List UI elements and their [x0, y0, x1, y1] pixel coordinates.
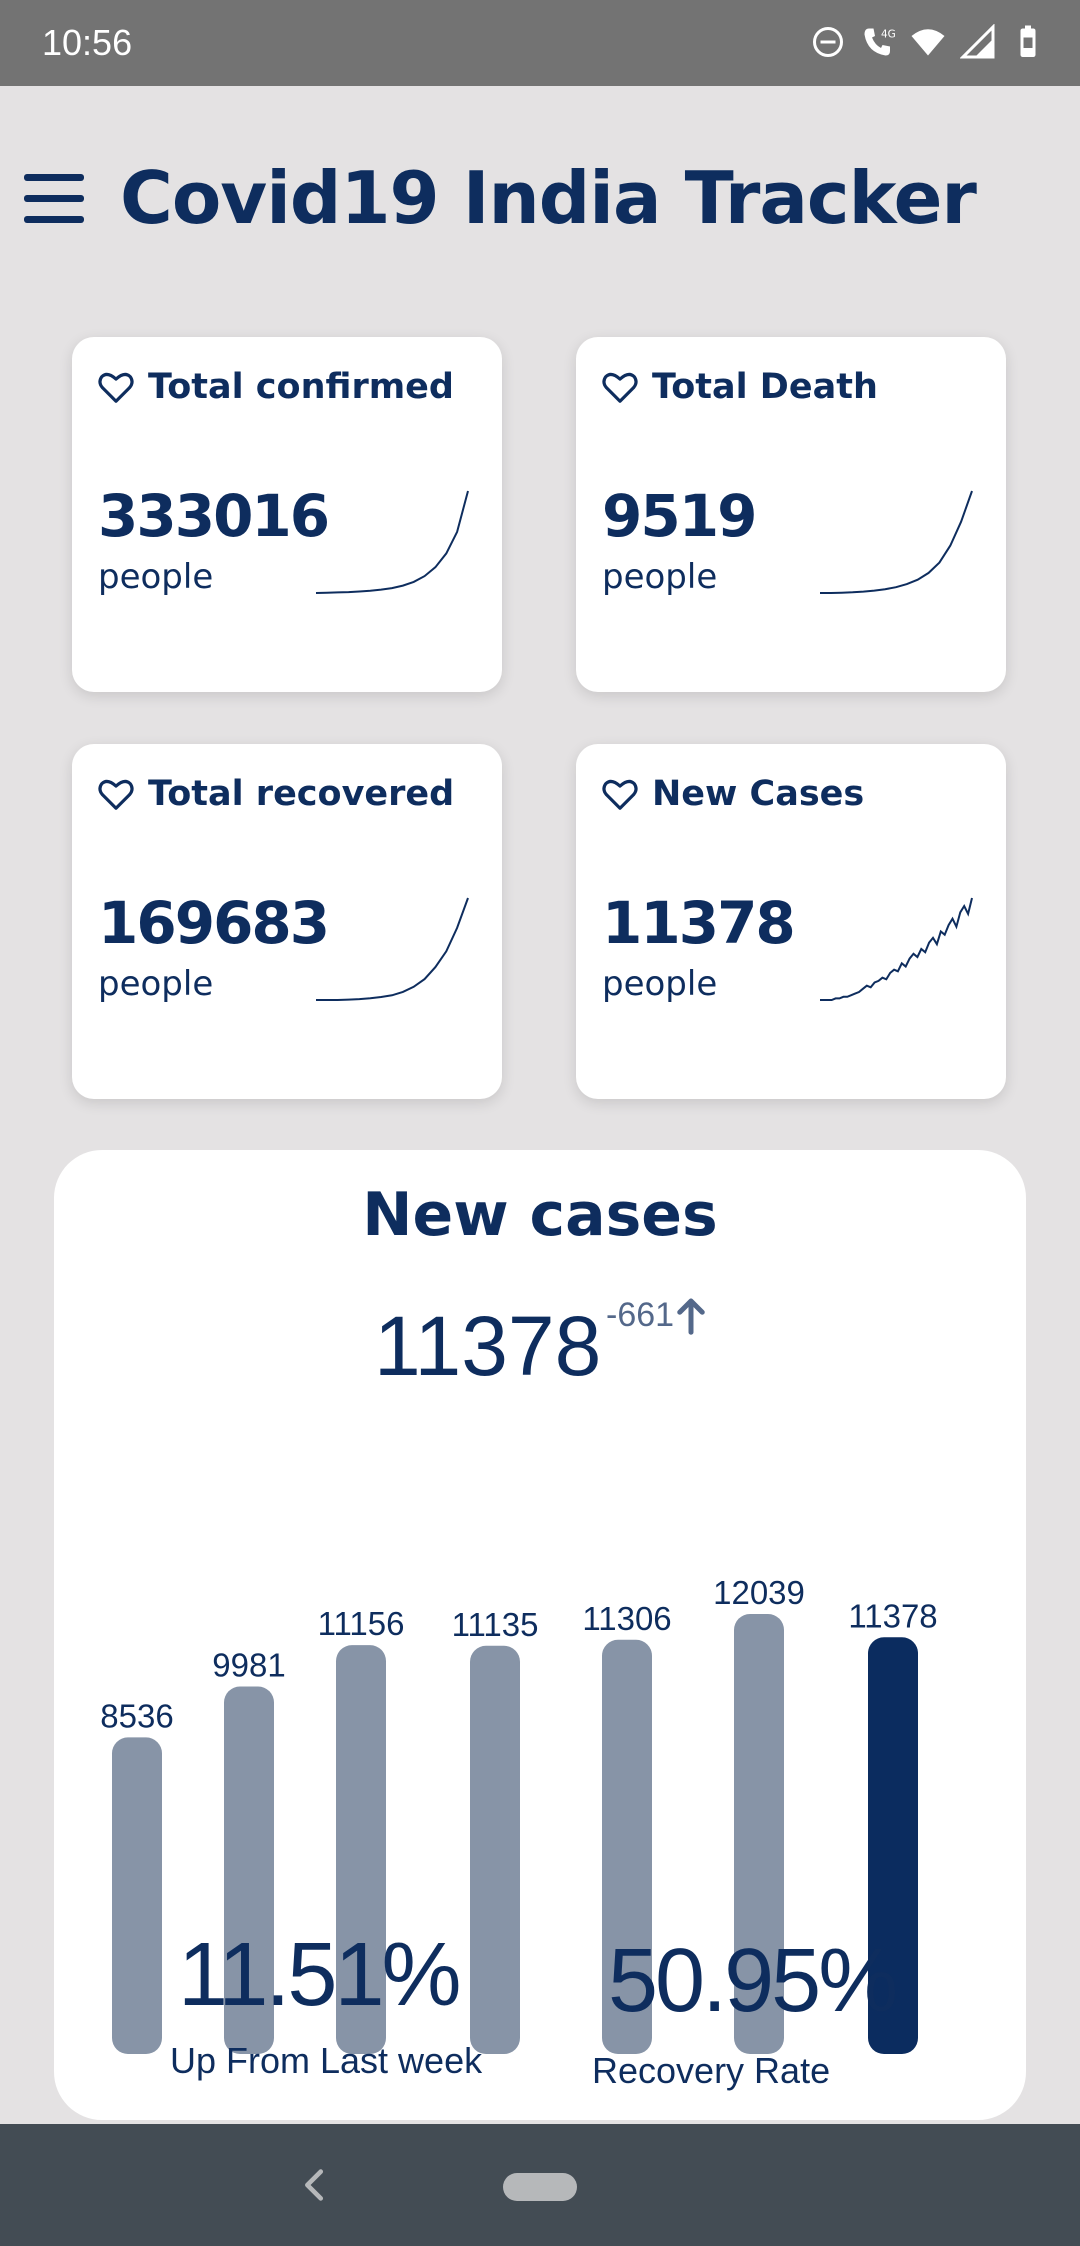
hamburger-menu-icon[interactable]	[24, 174, 84, 226]
home-pill-button[interactable]	[503, 2173, 577, 2201]
bar-value-label: 12039	[713, 1574, 805, 1611]
wifi-icon	[911, 29, 945, 56]
card-title: New Cases	[652, 774, 865, 814]
card-unit: people	[602, 557, 718, 597]
panel-title: New cases	[362, 1180, 718, 1250]
bar-value-label: 8536	[100, 1697, 173, 1734]
heart-icon	[98, 779, 134, 810]
volte-call-icon: 4G	[864, 28, 896, 56]
sparkline-chart	[820, 490, 973, 594]
cell-signal-icon	[960, 24, 995, 59]
chart-bar[interactable]	[470, 1645, 520, 2054]
card-title: Total confirmed	[148, 367, 454, 407]
recovery-rate-label: Recovery Rate	[592, 2050, 831, 2091]
battery-icon	[1020, 25, 1036, 57]
card-unit: people	[98, 557, 214, 597]
chart-bar[interactable]	[112, 1737, 162, 2054]
card-total-death[interactable]: Total Death 9519 people	[576, 337, 1006, 692]
sparkline-chart	[820, 897, 973, 1001]
sparkline-line	[820, 490, 973, 594]
panel-delta: -661	[606, 1296, 706, 1335]
card-value: 169683	[98, 889, 330, 957]
card-total-recovered[interactable]: Total recovered 169683 people	[72, 744, 502, 1099]
status-bar: 10:56 4G	[0, 0, 1080, 86]
do-not-disturb-icon	[813, 27, 843, 57]
panel-value: 11378	[374, 1299, 602, 1393]
heart-icon	[602, 372, 638, 403]
weekly-change-label: Up From Last week	[170, 2040, 483, 2081]
sparkline-line	[316, 897, 469, 1001]
app-header: Covid19 India Tracker	[0, 86, 1080, 316]
bar-value-label: 11135	[452, 1606, 539, 1643]
back-chevron-icon[interactable]	[292, 2162, 338, 2208]
up-arrow-icon	[677, 1298, 705, 1335]
card-title: Total Death	[652, 367, 878, 407]
new-cases-panel: New cases 11378 -661 8536 9981 11156 11135 1…	[54, 1150, 1026, 2120]
card-total-confirmed[interactable]: Total confirmed 333016 people	[72, 337, 502, 692]
card-value: 333016	[98, 482, 330, 550]
card-value: 9519	[602, 482, 757, 550]
sparkline-line	[820, 897, 973, 1001]
weekly-change-value: 11.51%	[178, 1925, 462, 2025]
app-title: Covid19 India Tracker	[120, 156, 977, 240]
heart-icon	[602, 779, 638, 810]
svg-text:4G: 4G	[881, 29, 896, 41]
recovery-rate-value: 50.95%	[608, 1931, 898, 2031]
navigation-bar	[0, 2124, 1080, 2246]
sparkline-line	[315, 490, 469, 594]
card-unit: people	[602, 964, 718, 1004]
heart-icon	[98, 372, 134, 403]
sparkline-chart	[316, 897, 469, 1001]
card-new-cases[interactable]: New Cases 11378 people	[576, 744, 1006, 1099]
delta-value: -661	[606, 1296, 675, 1334]
bar-value-label: 11378	[848, 1597, 937, 1634]
card-unit: people	[98, 964, 214, 1004]
status-icons: 4G	[810, 24, 1046, 60]
status-time: 10:56	[42, 22, 133, 63]
card-value: 11378	[602, 889, 796, 957]
bar-value-label: 11306	[582, 1600, 671, 1637]
bar-value-label: 9981	[212, 1647, 285, 1684]
card-title: Total recovered	[148, 774, 455, 814]
sparkline-chart	[315, 490, 469, 594]
bar-value-label: 11156	[318, 1605, 405, 1642]
